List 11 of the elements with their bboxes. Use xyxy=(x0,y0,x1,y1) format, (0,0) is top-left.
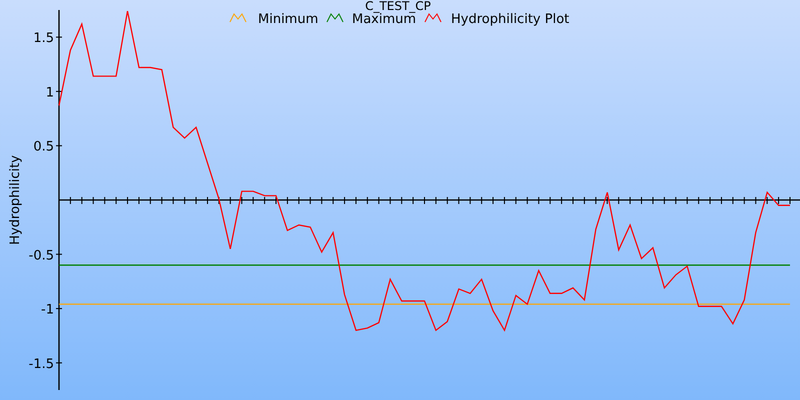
y-tick-label: 1 xyxy=(46,85,54,100)
chart-title: C_TEST_CP xyxy=(365,0,431,13)
y-tick-label: -1 xyxy=(41,302,54,318)
legend-label: Maximum xyxy=(352,12,416,27)
y-axis-title: Hydrophilicity xyxy=(8,155,23,245)
legend-label: Minimum xyxy=(258,12,318,27)
y-tick-label: -0.5 xyxy=(28,248,54,264)
legend-label: Hydrophilicity Plot xyxy=(451,12,570,27)
y-tick-label: 1.5 xyxy=(33,31,54,46)
y-tick-label: -1.5 xyxy=(28,356,54,372)
y-tick-label: 0.5 xyxy=(33,140,54,155)
